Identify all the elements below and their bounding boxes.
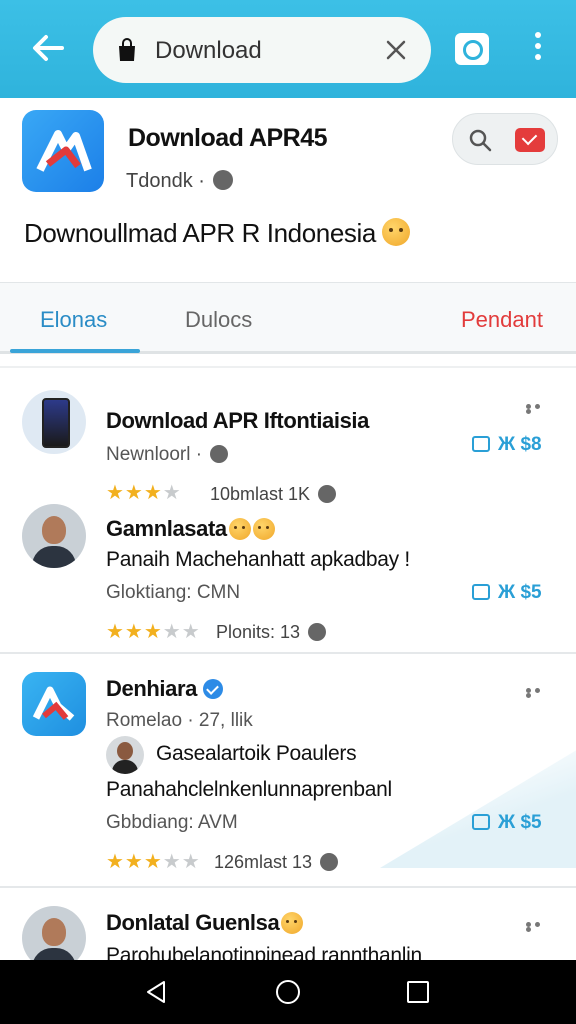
more-options-icon[interactable]: [526, 404, 552, 414]
nav-back-icon[interactable]: [144, 980, 168, 1004]
nav-home-icon[interactable]: [276, 980, 300, 1004]
item-meta: Gbbdiang: AVM: [106, 812, 238, 833]
app-title: Download APR45: [128, 124, 328, 152]
divider: [0, 886, 576, 888]
avatar[interactable]: [22, 906, 86, 960]
price-tag[interactable]: Ж $5: [472, 812, 542, 834]
system-nav-bar: [0, 960, 576, 1024]
search-icon[interactable]: [467, 127, 493, 153]
rating-stars: ★★★★★: [106, 621, 201, 643]
clear-icon[interactable]: [383, 37, 409, 63]
tab-pendant[interactable]: Pendant: [461, 307, 543, 333]
item-meta: Gloktiang: CMN: [106, 582, 241, 603]
nav-recents-icon[interactable]: [407, 981, 429, 1003]
back-arrow-icon[interactable]: [26, 26, 70, 70]
headline: Downoullmad APR R Indonesia: [24, 218, 410, 249]
phone-thumbnail[interactable]: [22, 390, 86, 454]
cart-icon: [472, 584, 490, 600]
item-title[interactable]: Donlatal Guenlsa: [106, 910, 304, 936]
emoji-icon: [281, 912, 304, 934]
search-field[interactable]: Download: [93, 17, 431, 83]
tab-bar: Elonas Dulocs Pendant: [0, 282, 576, 354]
emoji-icon: [252, 518, 275, 540]
item-text: Panaih Machehanhatt apkadbay !: [106, 548, 410, 571]
item-meta: Newnloorl ·: [106, 444, 229, 466]
rating-stars: ★★★★: [106, 482, 182, 504]
cart-icon: [472, 436, 490, 452]
globe-icon: [212, 170, 233, 190]
clock-icon: [318, 485, 337, 503]
clock-icon: [320, 853, 339, 871]
item-subtitle: Gasealartoik Poaulers: [156, 742, 357, 765]
rating-stars: ★★★★★: [106, 851, 201, 873]
item-title[interactable]: Download APR Iftontiaisia: [106, 408, 369, 434]
item-meta: Romelao · 27, llik: [106, 710, 253, 731]
price-tag[interactable]: Ж $8: [472, 434, 542, 456]
shopping-bag-icon: [119, 38, 135, 61]
divider: [0, 652, 576, 654]
avatar[interactable]: [22, 504, 86, 568]
search-query[interactable]: Download: [155, 37, 262, 65]
rating-meta: Plonits: 13: [216, 622, 327, 643]
top-app-bar: Download: [0, 0, 576, 98]
emoji-icon: [228, 518, 251, 540]
rating-meta: 126mlast 13: [214, 852, 339, 873]
cart-icon: [472, 814, 490, 830]
item-title[interactable]: Gamnlasata: [106, 516, 275, 542]
more-options-icon[interactable]: [526, 688, 552, 698]
app-subtitle: Tdondk ·: [126, 170, 233, 193]
feed-list[interactable]: Download APR Iftontiaisia Newnloorl · ★★…: [0, 366, 576, 960]
tab-dulocs[interactable]: Dulocs: [185, 307, 252, 333]
header-actions: [452, 113, 558, 165]
item-title[interactable]: Denhiara: [106, 676, 223, 702]
clock-icon: [308, 623, 327, 641]
globe-icon: [210, 445, 229, 463]
more-options-icon[interactable]: [526, 922, 552, 932]
tab-elonas[interactable]: Elonas: [40, 307, 107, 333]
mail-icon[interactable]: [515, 128, 545, 152]
emoji-icon: [381, 218, 410, 246]
avatar[interactable]: [106, 736, 144, 774]
camera-icon[interactable]: [455, 33, 489, 65]
active-tab-indicator: [10, 349, 140, 353]
app-logo-icon[interactable]: [22, 672, 86, 736]
verified-icon: [202, 679, 223, 699]
more-vert-icon[interactable]: [528, 32, 548, 66]
item-text: Parohubelanotinpinead rannthanlin: [106, 944, 422, 960]
item-text: Panahahclelnkenlunnaprenbanl: [106, 778, 392, 801]
app-logo-icon: [22, 110, 104, 192]
price-tag[interactable]: Ж $5: [472, 582, 542, 604]
background-decoration: [380, 748, 576, 868]
rating-meta: 10bmlast 1K: [210, 484, 337, 505]
